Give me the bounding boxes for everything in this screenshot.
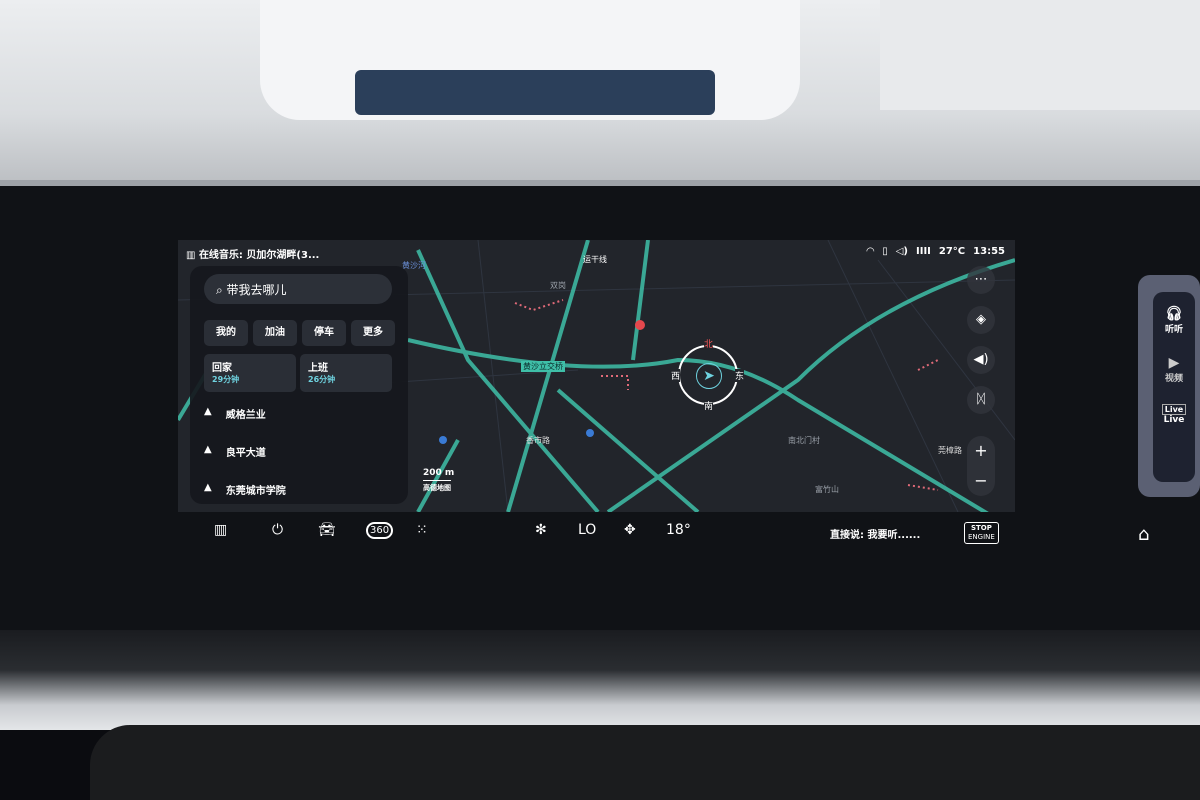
dock-video[interactable]: ▶ 视频 (1153, 355, 1195, 384)
volume-icon: ◁) (895, 246, 908, 257)
background-photo (0, 0, 1200, 190)
vehicle-position-icon: ➤ (696, 363, 722, 389)
quick-more-button[interactable]: 更多 (351, 320, 395, 346)
compass-north: 北 (704, 337, 714, 350)
signal-icon: IIII (916, 246, 931, 257)
map-label: 南北门村 (788, 436, 820, 445)
compass-west: 西 (671, 369, 681, 382)
compass-south: 南 (704, 399, 714, 412)
car-outside-2 (880, 0, 1200, 110)
map-label: 黄沙河 (402, 261, 426, 270)
map-provider: 高德地图 (423, 484, 451, 492)
temperature: 27°C (938, 246, 966, 257)
quick-mine-button[interactable]: 我的 (204, 320, 248, 346)
recent-item[interactable]: ▲ 良平大道 (204, 444, 266, 459)
map-label: 香市路 (526, 436, 550, 445)
stop-engine-button[interactable]: STOP ENGINE (964, 522, 999, 544)
live-icon: Live (1161, 404, 1187, 415)
music-icon: ▥ (186, 250, 199, 261)
quick-fuel-button[interactable]: 加油 (253, 320, 297, 346)
navigation-screen[interactable]: 黄沙河 运干线 双岗 黄沙立交桥 香市路 莞樟路 南北门村 富竹山 北 南 东 … (178, 240, 1015, 512)
search-panel: ⌕ 带我去哪儿 我的 加油 停车 更多 回家 29分钟 上班 26分钟 ▲ 威格兰业 … (190, 266, 408, 504)
apps-grid-icon[interactable]: ⁙ (416, 522, 428, 538)
car-icon[interactable]: 🚘︎ (318, 522, 336, 538)
map-label: 莞樟路 (938, 446, 962, 455)
search-input[interactable]: ⌕ 带我去哪儿 (204, 274, 392, 304)
map-label: 富竹山 (815, 485, 839, 494)
dashboard-trim (0, 630, 1200, 730)
compass[interactable]: 北 南 东 西 ➤ (671, 337, 745, 412)
map-label: 黄沙立交桥 (521, 361, 565, 372)
navigate-arrow-icon: ▲ (204, 444, 212, 455)
camera-360-button[interactable]: 360 (366, 522, 394, 539)
voice-hint: 直接说: 我要听...... (830, 530, 921, 541)
voice-volume-button[interactable]: ◀) (967, 346, 995, 374)
navigate-arrow-icon: ▲ (204, 482, 212, 493)
clock: 13:55 (973, 246, 1005, 257)
wifi-icon: ◠ (866, 246, 875, 257)
recent-item[interactable]: ▲ 东莞城市学院 (204, 482, 286, 497)
zoom-in-button[interactable]: + (967, 436, 995, 466)
favorite-work[interactable]: 上班 26分钟 (300, 354, 392, 392)
map-scale: 200 m 高德地图 (423, 468, 454, 493)
quick-parking-button[interactable]: 停车 (302, 320, 346, 346)
map-label: 双岗 (550, 281, 566, 290)
home-icon[interactable]: ⌂ (1138, 524, 1149, 545)
fan-icon[interactable]: ✥ (624, 522, 636, 538)
now-playing[interactable]: ▥ 在线音乐: 贝加尔湖畔(3... (186, 246, 319, 261)
status-bar: ▥ 在线音乐: 贝加尔湖畔(3... ◠ ▯ ◁) IIII 27°C 13:5… (178, 244, 1015, 261)
car-grille (355, 70, 715, 115)
trunk-icon[interactable]: ▥ (214, 522, 227, 538)
favorite-home[interactable]: 回家 29分钟 (204, 354, 296, 392)
search-icon: ⌕ (216, 283, 227, 297)
usb-icon: ▯ (882, 246, 888, 257)
zoom-control: + − (967, 436, 995, 496)
group-travel-button[interactable]: ᛞ (967, 386, 995, 414)
ac-temp-right[interactable]: 18° (666, 522, 691, 538)
power-icon[interactable]: ⏻ (272, 522, 283, 538)
dashboard-leather (90, 725, 1200, 800)
ac-temp-left[interactable]: LO (578, 522, 596, 538)
navigate-arrow-icon: ▲ (204, 406, 212, 417)
scale-label: 200 m (423, 468, 455, 478)
dock-listen[interactable]: 🎧︎ 听听 (1153, 306, 1195, 335)
recent-item[interactable]: ▲ 威格兰业 (204, 406, 266, 421)
ac-snowflake-icon[interactable]: ✻ (535, 522, 547, 538)
zoom-out-button[interactable]: − (967, 466, 995, 496)
bottom-bar: ▥ ⏻ 🚘︎ 360 ⁙ ✻ LO ✥ 18° 直接说: 我要听...... S… (200, 518, 1020, 548)
dock-live[interactable]: Live Live (1153, 404, 1195, 425)
media-dock: 🎧︎ 听听 ▶ 视频 Live Live (1138, 275, 1200, 497)
headphones-icon: 🎧︎ (1165, 306, 1183, 322)
compass-east: 东 (735, 369, 745, 382)
more-options-button[interactable]: ⋯ (967, 266, 995, 294)
tv-icon: ▶ (1168, 355, 1180, 371)
layers-button[interactable]: ◈ (967, 306, 995, 334)
